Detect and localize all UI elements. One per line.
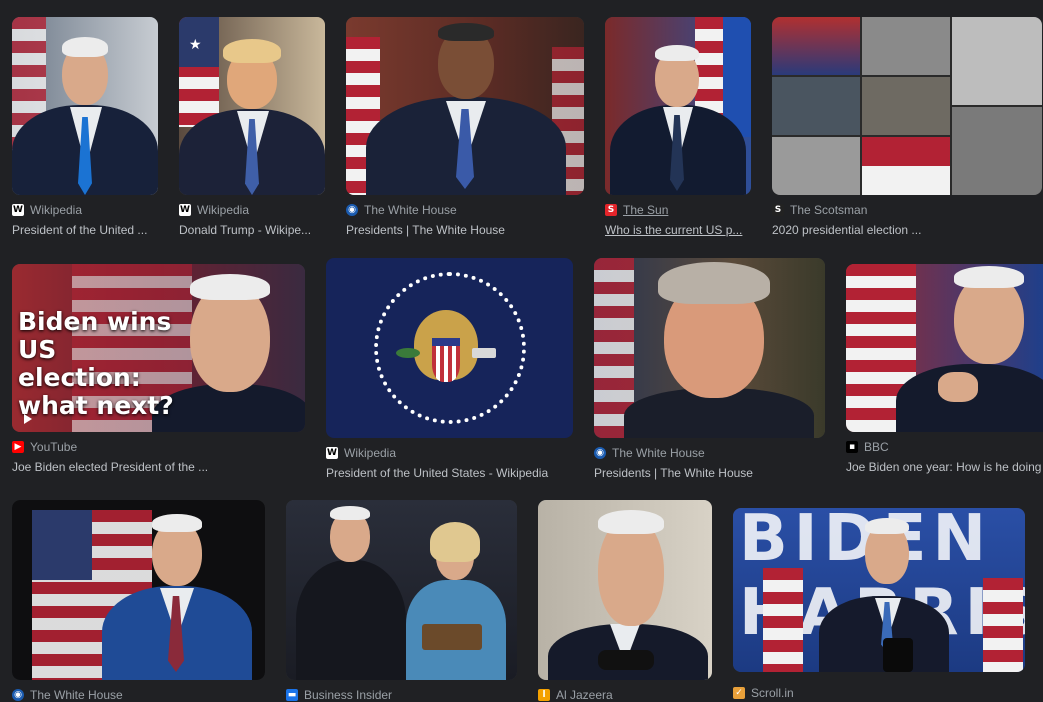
- white-house-icon: ◉: [594, 447, 606, 459]
- result-title[interactable]: Joe Biden elected President of the ...: [12, 460, 305, 475]
- al-jazeera-icon: ا: [538, 689, 550, 701]
- scroll-in-icon: ✓: [733, 687, 745, 699]
- result-thumbnail[interactable]: ★: [179, 17, 325, 195]
- result-thumbnail[interactable]: [12, 500, 265, 680]
- result-thumbnail[interactable]: [772, 17, 1042, 195]
- wikipedia-icon: W: [12, 204, 24, 216]
- image-result[interactable]: Biden wins US election: what next? ▶ YouT…: [12, 264, 305, 475]
- shield-icon: [432, 338, 460, 382]
- image-result[interactable]: ▪ BBC Joe Biden one year: How is he doing: [846, 264, 1043, 475]
- video-overlay-text: Biden wins US election: what next?: [18, 307, 174, 420]
- image-result[interactable]: S The Scotsman 2020 presidential election…: [772, 17, 1042, 238]
- result-thumbnail[interactable]: [605, 17, 751, 195]
- result-source[interactable]: The White House: [612, 446, 705, 460]
- play-icon: [24, 414, 32, 424]
- result-title[interactable]: Who is the current US p...: [605, 223, 751, 238]
- scotsman-icon: S: [772, 204, 784, 216]
- the-sun-icon: S: [605, 204, 617, 216]
- result-source[interactable]: Wikipedia: [344, 446, 396, 460]
- result-source[interactable]: The Sun: [623, 203, 668, 217]
- result-thumbnail[interactable]: [538, 500, 712, 680]
- result-title[interactable]: President of the United ...: [12, 223, 158, 238]
- result-source[interactable]: The White House: [364, 203, 457, 217]
- microphones: [598, 650, 654, 670]
- result-title[interactable]: 2020 presidential election ...: [772, 223, 1042, 238]
- white-house-icon: ◉: [346, 204, 358, 216]
- result-thumbnail[interactable]: [326, 258, 573, 438]
- result-title[interactable]: Joe Biden one year: How is he doing: [846, 460, 1043, 475]
- result-thumbnail[interactable]: [846, 264, 1043, 432]
- result-thumbnail[interactable]: [12, 17, 158, 195]
- image-result[interactable]: ◉ The White House Presidents | The White …: [346, 17, 584, 238]
- microphones: [883, 638, 913, 672]
- image-result[interactable]: ◉ The White House: [12, 500, 265, 702]
- image-result[interactable]: BIDEN HARRIS ✓Scroll.in: [733, 508, 1025, 700]
- hand: [938, 372, 978, 402]
- image-result[interactable]: S The Sun Who is the current US p...: [605, 17, 751, 238]
- image-result[interactable]: ا Al Jazeera: [538, 500, 712, 702]
- result-title[interactable]: Presidents | The White House: [594, 466, 825, 481]
- business-insider-icon: ▬: [286, 689, 298, 701]
- star-icon: ★: [189, 37, 202, 53]
- white-house-icon: ◉: [12, 689, 24, 701]
- youtube-icon: ▶: [12, 441, 24, 453]
- result-thumbnail[interactable]: [594, 258, 825, 438]
- image-result[interactable]: ◉ The White House Presidents | The White …: [594, 258, 825, 481]
- result-title[interactable]: Donald Trump - Wikipe...: [179, 223, 325, 238]
- result-thumbnail[interactable]: BIDEN HARRIS: [733, 508, 1025, 672]
- result-thumbnail[interactable]: [346, 17, 584, 195]
- result-thumbnail[interactable]: Biden wins US election: what next?: [12, 264, 305, 432]
- result-thumbnail[interactable]: [286, 500, 517, 680]
- image-result[interactable]: ▬ Business Insider: [286, 500, 517, 702]
- result-source[interactable]: The White House: [30, 688, 123, 702]
- result-source[interactable]: Al Jazeera: [556, 688, 613, 702]
- result-source[interactable]: YouTube: [30, 440, 77, 454]
- wikipedia-icon: W: [326, 447, 338, 459]
- image-result[interactable]: W Wikipedia President of the United ...: [12, 17, 158, 238]
- bible-icon: [422, 624, 482, 650]
- image-result[interactable]: ★ W Wikipedia Donald Trump - Wikipe...: [179, 17, 325, 238]
- result-title[interactable]: President of the United States - Wikiped…: [326, 466, 573, 481]
- arrows-icon: [472, 348, 496, 358]
- result-source[interactable]: The Scotsman: [790, 203, 867, 217]
- result-title[interactable]: Presidents | The White House: [346, 223, 584, 238]
- result-source[interactable]: BBC: [864, 440, 889, 454]
- bbc-icon: ▪: [846, 441, 858, 453]
- wikipedia-icon: W: [179, 204, 191, 216]
- olive-branch-icon: [396, 348, 420, 358]
- result-source[interactable]: Wikipedia: [197, 203, 249, 217]
- result-source[interactable]: Business Insider: [304, 688, 392, 702]
- result-source[interactable]: Wikipedia: [30, 203, 82, 217]
- image-result[interactable]: W Wikipedia President of the United State…: [326, 258, 573, 481]
